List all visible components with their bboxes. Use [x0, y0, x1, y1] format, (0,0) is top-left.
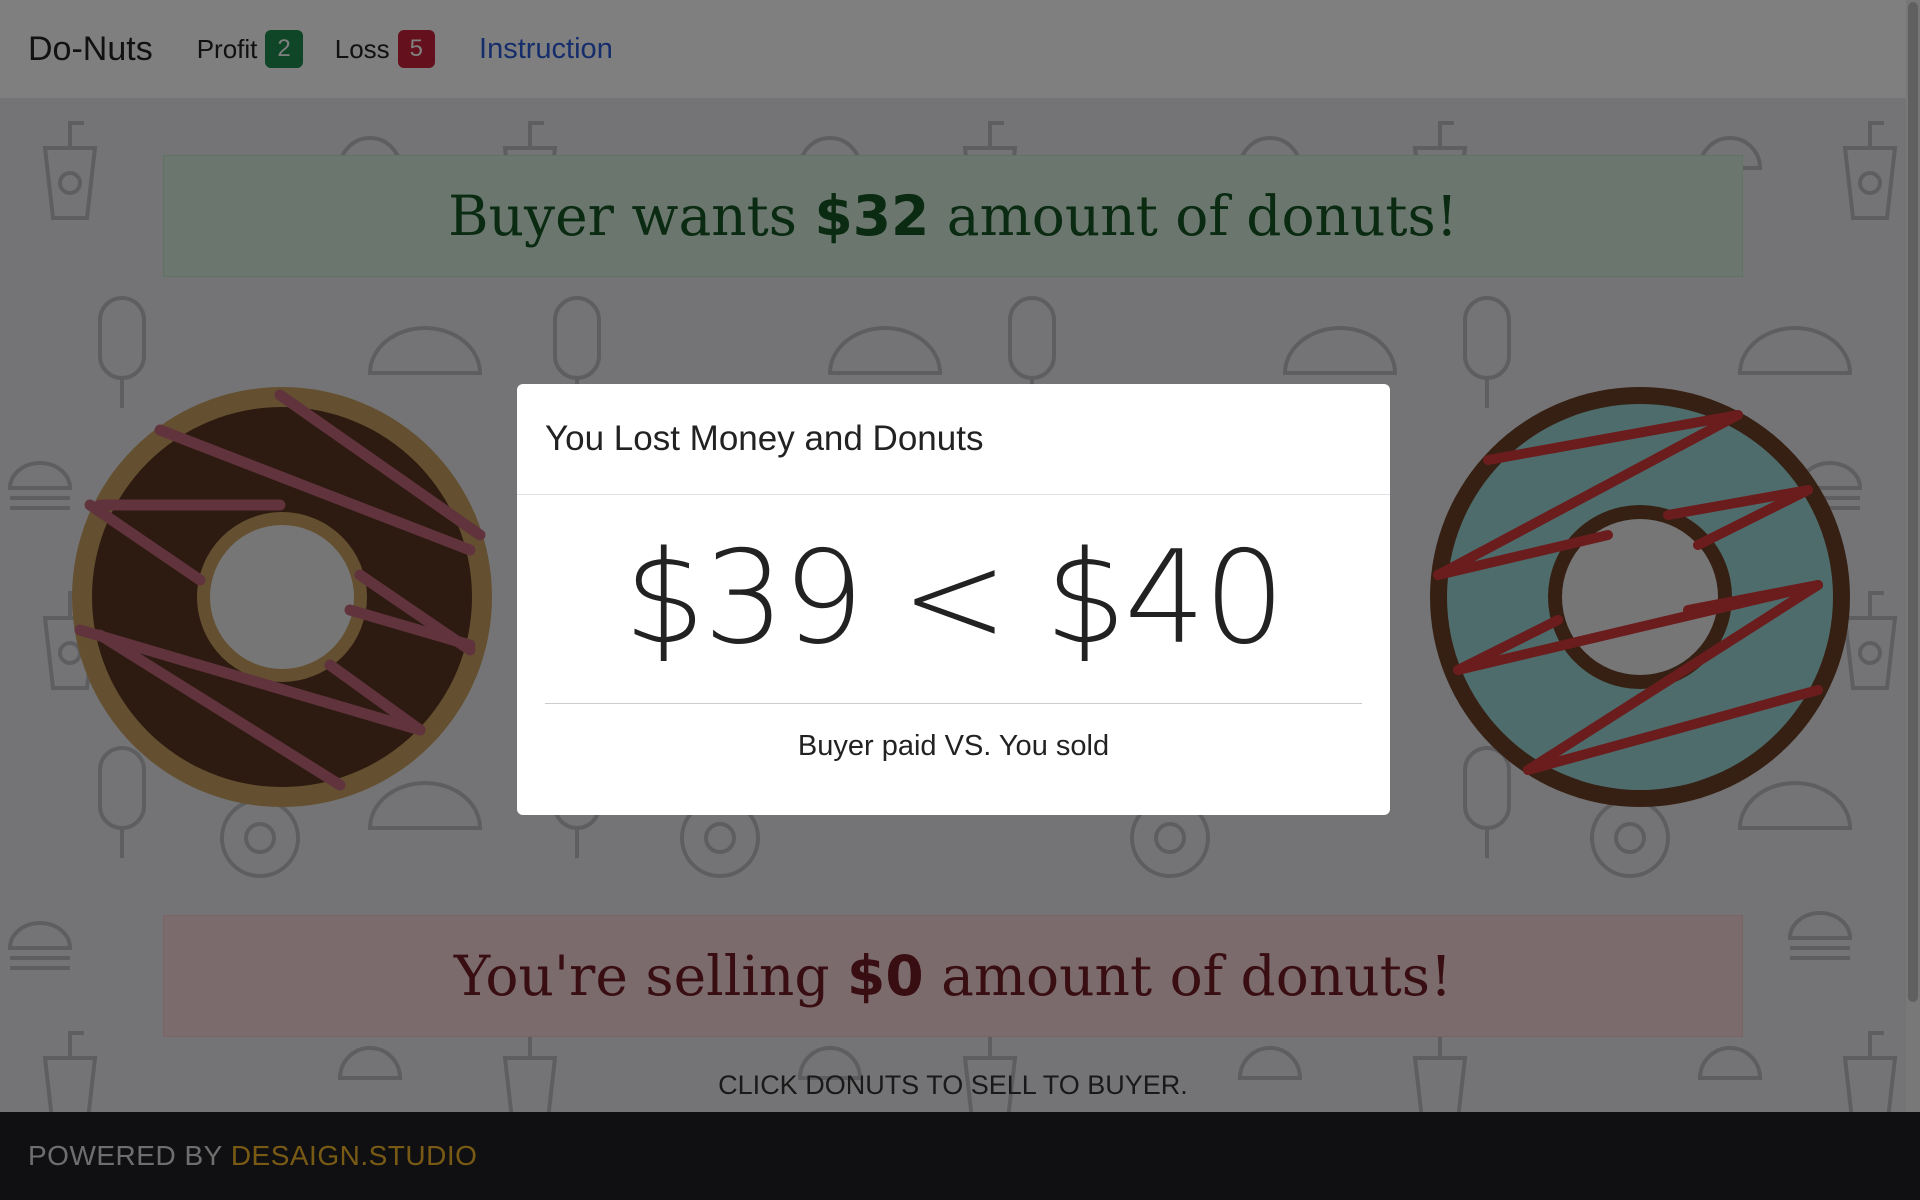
modal-body: $39 < $40 Buyer paid VS. You sold — [517, 495, 1390, 763]
price-comparison: $39 < $40 — [545, 495, 1362, 704]
modal-title: You Lost Money and Donuts — [545, 419, 984, 458]
modal-header: You Lost Money and Donuts — [517, 384, 1390, 495]
result-modal: You Lost Money and Donuts $39 < $40 Buye… — [517, 384, 1390, 815]
comparison-caption: Buyer paid VS. You sold — [797, 730, 1110, 762]
